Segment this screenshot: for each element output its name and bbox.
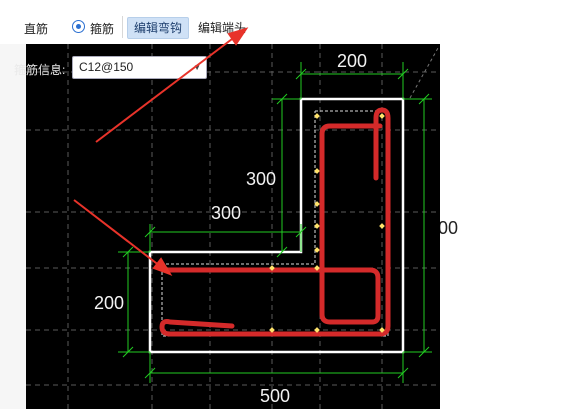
arrow-head-icon bbox=[152, 257, 173, 276]
arrow-head-icon bbox=[227, 27, 249, 46]
annotation-overlay bbox=[73, 27, 249, 276]
annotation-arrows bbox=[73, 27, 249, 276]
